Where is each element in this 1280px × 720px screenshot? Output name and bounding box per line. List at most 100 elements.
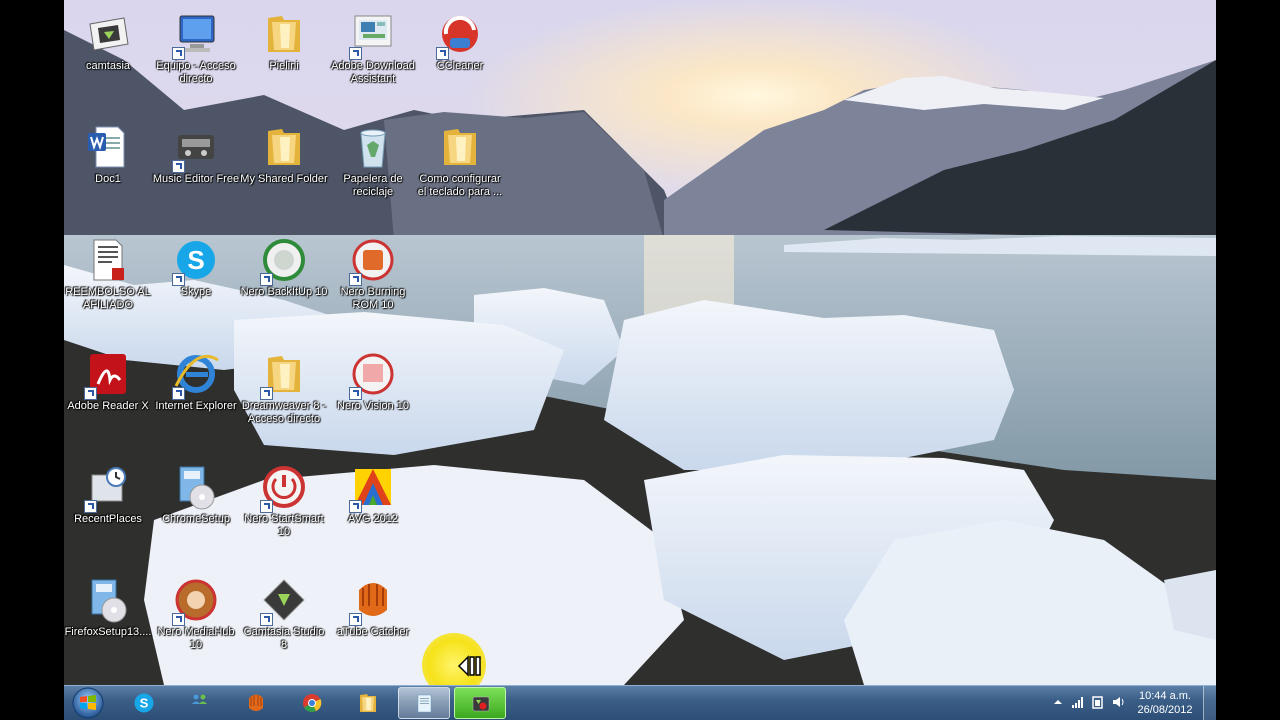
desktop-icon[interactable]: Nero StartSmart 10 <box>238 457 330 561</box>
volume-icon[interactable] <box>1111 695 1125 709</box>
adobe-reader-icon <box>84 350 132 400</box>
desktop-icon[interactable]: Adobe Download Assistant <box>327 4 419 108</box>
nero-startsmart-icon <box>260 463 308 513</box>
taskbar-notepad-button[interactable] <box>398 687 450 719</box>
shortcut-arrow-icon <box>349 47 362 60</box>
battery-icon[interactable] <box>1091 695 1105 709</box>
desktop-icon[interactable]: Nero Burning ROM 10 <box>327 230 419 334</box>
desktop-icon-label: Nero BackItUp 10 <box>240 286 328 298</box>
desktop-icon[interactable]: Nero MediaHub 10 <box>150 570 242 674</box>
folder-icon <box>260 123 308 171</box>
folder-icon <box>360 694 376 712</box>
desktop-icon-label: Music Editor Free <box>152 173 240 185</box>
desktop-icon-label: Doc1 <box>95 173 121 185</box>
shortcut-arrow-icon <box>349 387 362 400</box>
desktop-icon[interactable]: Dreamweaver 8 - Acceso directo <box>238 344 330 448</box>
adobe-download-icon <box>349 10 397 60</box>
shortcut-arrow-icon <box>172 47 185 60</box>
setup-installer-icon <box>172 463 220 511</box>
desktop-icon[interactable]: Papelera de reciclaje <box>327 117 419 221</box>
taskbar-chrome-button[interactable] <box>286 687 338 719</box>
shortcut-arrow-icon <box>349 500 362 513</box>
desktop-icon[interactable]: Nero BackItUp 10 <box>238 230 330 334</box>
desktop-icon-label: My Shared Folder <box>240 173 328 185</box>
desktop-icon[interactable]: Como configurar el teclado para ... <box>414 117 506 221</box>
computer-icon <box>172 10 220 60</box>
taskbar-network-users-button[interactable] <box>174 687 226 719</box>
folder-icon <box>260 10 308 58</box>
internet-explorer-icon <box>172 350 220 400</box>
clock-time: 10:44 a.m. <box>1139 690 1191 702</box>
shortcut-arrow-icon <box>84 387 97 400</box>
camtasia-folder-icon <box>84 10 132 58</box>
shortcut-arrow-icon <box>260 613 273 626</box>
clock-date: 26/08/2012 <box>1137 704 1193 716</box>
taskbar-explorer-button[interactable] <box>342 687 394 719</box>
desktop-icon-label: Pielini <box>269 60 299 72</box>
atube-catcher-icon <box>249 694 263 711</box>
desktop-icon-label: AVG 2012 <box>348 513 398 525</box>
network-users-icon <box>192 694 207 704</box>
desktop-icon-label: ChromeSetup <box>162 513 230 525</box>
desktop-icon[interactable]: Doc1 <box>64 117 154 221</box>
desktop-icon[interactable]: Internet Explorer <box>150 344 242 448</box>
nero-vision-icon <box>349 350 397 400</box>
desktop-icon[interactable]: AVG 2012 <box>327 457 419 561</box>
shortcut-arrow-icon <box>84 500 97 513</box>
shortcut-arrow-icon <box>172 613 185 626</box>
desktop-icon-label: Skype <box>180 286 212 298</box>
network-signal-icon[interactable] <box>1071 695 1085 709</box>
system-clock[interactable]: 10:44 a.m. 26/08/2012 <box>1130 689 1200 717</box>
start-button[interactable] <box>68 687 108 719</box>
camtasia-recorder-icon <box>472 696 490 712</box>
ccleaner-icon <box>436 10 484 60</box>
desktop-icon-label: Nero StartSmart 10 <box>244 513 324 538</box>
show-hidden-icons-icon[interactable] <box>1051 695 1065 709</box>
shortcut-arrow-icon <box>172 160 185 173</box>
desktop-icon[interactable]: REEMBOLSO AL AFILIADO <box>64 230 154 334</box>
desktop-icon[interactable]: Equipo - Acceso directo <box>150 4 242 108</box>
taskbar-camtasia-recorder-button[interactable] <box>454 687 506 719</box>
nero-backitup-icon <box>260 236 308 286</box>
desktop-icon[interactable]: Nero Vision 10 <box>327 344 419 448</box>
chrome-icon <box>303 694 322 713</box>
desktop-icon[interactable]: FirefoxSetup13.... <box>64 570 154 674</box>
desktop-icon[interactable]: Pielini <box>238 4 330 108</box>
desktop-icon-label: REEMBOLSO AL AFILIADO <box>65 286 151 311</box>
desktop-icon[interactable]: RecentPlaces <box>64 457 154 561</box>
desktop-icon[interactable]: ChromeSetup <box>150 457 242 561</box>
music-editor-icon <box>172 123 220 173</box>
desktop-icon[interactable]: My Shared Folder <box>238 117 330 221</box>
word-document-icon <box>84 123 132 171</box>
desktop-icon-label: Papelera de reciclaje <box>343 173 403 198</box>
desktop-icon[interactable]: CCleaner <box>414 4 506 108</box>
desktop-icon-label: Adobe Reader X <box>67 400 149 412</box>
recycle-bin-icon <box>349 123 397 171</box>
desktop-icon[interactable]: Adobe Reader X <box>64 344 154 448</box>
desktop-icon[interactable]: Music Editor Free <box>150 117 242 221</box>
mouse-pointer-icon <box>457 655 481 677</box>
desktop-icon-label: Internet Explorer <box>155 400 237 412</box>
folder-icon <box>436 123 484 171</box>
shortcut-arrow-icon <box>260 387 273 400</box>
setup-installer-icon <box>84 576 132 624</box>
desktop-icon[interactable]: aTube Catcher <box>327 570 419 674</box>
notepad-icon <box>417 694 432 713</box>
desktop-icon-label: FirefoxSetup13.... <box>64 626 152 638</box>
desktop-icon-label: CCleaner <box>436 60 484 72</box>
taskbar-atube-catcher-button[interactable] <box>230 687 282 719</box>
show-desktop-button[interactable] <box>1203 686 1216 720</box>
svg-text:S: S <box>140 696 149 711</box>
desktop-icon-label: Equipo - Acceso directo <box>156 60 236 85</box>
shortcut-arrow-icon <box>172 273 185 286</box>
desktop-icon[interactable]: Camtasia Studio 8 <box>238 570 330 674</box>
desktop-icon[interactable]: S Skype <box>150 230 242 334</box>
nero-burning-rom-icon <box>349 236 397 286</box>
svg-text:S: S <box>187 245 204 275</box>
taskbar-skype-button[interactable]: S <box>118 687 170 719</box>
skype-icon: S <box>172 236 220 286</box>
windows-start-icon <box>72 687 104 719</box>
desktop-icon-label: aTube Catcher <box>336 626 410 638</box>
desktop-icon[interactable]: camtasia <box>64 4 154 108</box>
atube-catcher-icon <box>349 576 397 626</box>
